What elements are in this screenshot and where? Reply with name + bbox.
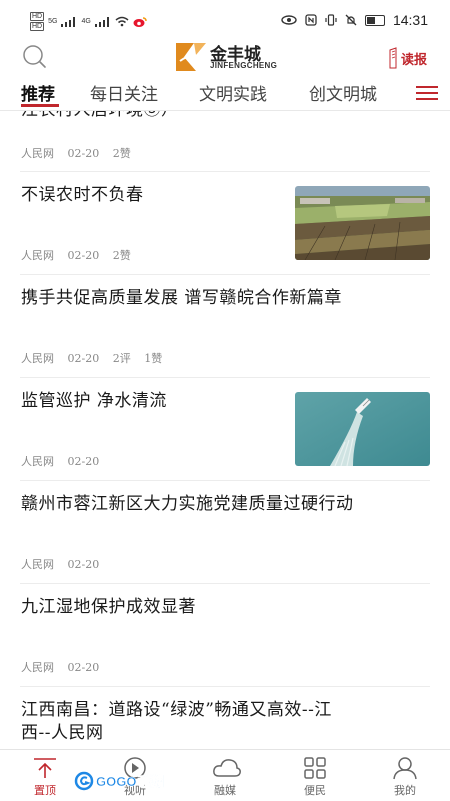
app-logo: 金丰城 JINFENGCHENG	[172, 40, 282, 74]
article-meta: 人民网 02-20 2赞	[21, 247, 141, 263]
read-newspaper-label: 读报	[401, 53, 428, 68]
article-title: 赣州市蓉江新区大力实施党建质量过硬行动	[21, 494, 354, 514]
article-source: 人民网	[21, 249, 54, 262]
list-item[interactable]: 不误农时不负春 人民网 02-20 2赞	[0, 172, 450, 275]
battery-icon	[364, 14, 385, 26]
article-date: 02-20	[67, 249, 100, 262]
article-title: 监管巡护 净水清流	[21, 391, 167, 411]
tab-recommend[interactable]: 推荐	[21, 80, 55, 105]
farmland-image	[295, 186, 430, 260]
article-date: 02-20	[67, 147, 100, 160]
nav-label: 便民	[304, 784, 326, 797]
status-bar: HD HD 5G 4G 14:31	[0, 0, 450, 38]
article-meta: 人民网 02-20 2赞	[21, 145, 141, 161]
article-likes: 1赞	[144, 352, 163, 365]
mute-bell-icon	[345, 14, 357, 26]
article-meta: 人民网 02-20	[21, 659, 109, 675]
article-likes: 2赞	[112, 249, 131, 262]
search-button[interactable]	[20, 43, 48, 71]
channel-tabs: 推荐 每日关注 文明实践 创文明城	[0, 76, 450, 111]
channel-menu-button[interactable]	[416, 84, 438, 102]
menu-line	[416, 98, 438, 100]
network-5g-label: 5G	[48, 18, 58, 25]
article-title: 不误农时不负春	[21, 185, 144, 205]
nav-mine[interactable]: 我的	[360, 750, 450, 801]
svg-text:GOGO手游网: GOGO手游网	[96, 774, 164, 789]
article-meta: 人民网 02-20 2评 1赞	[21, 350, 172, 366]
article-meta: 人民网 02-20	[21, 453, 109, 469]
article-title: 携手共促高质量发展 谱写赣皖合作新篇章	[21, 288, 342, 308]
hd-badge: HD	[30, 12, 45, 21]
article-date: 02-20	[67, 661, 100, 674]
river-boat-image	[295, 392, 430, 466]
article-date: 02-20	[67, 455, 100, 468]
list-item[interactable]: 携手共促高质量发展 谱写赣皖合作新篇章 人民网 02-20 2评 1赞	[0, 275, 450, 378]
hd-badges: HD HD	[30, 12, 45, 31]
article-date: 02-20	[67, 558, 100, 571]
logo-mark-icon	[176, 43, 207, 71]
article-meta: 人民网 02-20	[21, 556, 109, 572]
list-item[interactable]: 监管巡护 净水清流 人民网 02-20	[0, 378, 450, 481]
watermark: GOGO手游网	[74, 770, 176, 792]
article-likes: 2赞	[112, 147, 131, 160]
signal-icon	[61, 16, 76, 27]
logo-subtitle: JINFENGCHENG	[210, 61, 278, 70]
article-source: 人民网	[21, 661, 54, 674]
list-item[interactable]: 九江湿地保护成效显著 人民网 02-20	[0, 584, 450, 687]
list-item[interactable]: 江西南昌：道路设“绿波”畅通又高效--江 西--人民网	[0, 687, 450, 749]
tab-civilized-city[interactable]: 创文明城	[309, 80, 377, 105]
network-4g-label: 4G	[81, 18, 91, 25]
bottom-nav: 置顶 视听 融媒 便民 我的	[0, 749, 450, 801]
article-title: 汪农村人居环境③）	[21, 111, 179, 123]
article-source: 人民网	[21, 558, 54, 571]
article-title-line: 西--人民网	[21, 723, 104, 743]
search-icon	[23, 45, 46, 68]
eye-icon	[281, 15, 297, 25]
article-comments: 2评	[112, 352, 131, 365]
article-source: 人民网	[21, 147, 54, 160]
nav-label: 我的	[394, 784, 416, 797]
cloud-icon	[213, 759, 241, 777]
article-thumbnail	[295, 186, 430, 260]
list-item[interactable]: 赣州市蓉江新区大力实施党建质量过硬行动 人民网 02-20	[0, 481, 450, 584]
menu-line	[416, 92, 438, 94]
active-tab-indicator	[21, 104, 59, 107]
wifi-icon	[115, 16, 129, 27]
article-title: 九江湿地保护成效显著	[21, 597, 196, 617]
status-time: 14:31	[392, 12, 428, 28]
nav-services[interactable]: 便民	[270, 750, 360, 801]
news-feed[interactable]: 汪农村人居环境③） 人民网 02-20 2赞 不误农时不负春	[0, 111, 450, 749]
signal-icon	[94, 16, 109, 27]
nfc-icon	[305, 14, 317, 26]
hd-badge: HD	[30, 22, 45, 31]
menu-line	[416, 86, 438, 88]
weibo-icon	[133, 16, 147, 27]
list-item[interactable]: 汪农村人居环境③） 人民网 02-20 2赞	[0, 111, 450, 172]
read-newspaper-button[interactable]: 读报	[388, 46, 436, 70]
tab-daily-focus[interactable]: 每日关注	[90, 80, 158, 105]
status-right: 14:31	[281, 12, 428, 28]
nav-media[interactable]: 融媒	[180, 750, 270, 801]
app-header: 金丰城 JINFENGCHENG 读报	[0, 38, 450, 76]
article-source: 人民网	[21, 455, 54, 468]
article-thumbnail	[295, 392, 430, 466]
gogo-watermark-logo: GOGO手游网	[74, 771, 176, 791]
grid-icon	[304, 757, 326, 779]
top-arrow-icon	[34, 758, 56, 778]
tab-civilization-practice[interactable]: 文明实践	[199, 80, 267, 105]
article-source: 人民网	[21, 352, 54, 365]
status-left: HD HD 5G 4G	[30, 12, 147, 31]
vibrate-icon	[325, 14, 337, 26]
user-icon	[393, 757, 417, 780]
nav-label: 融媒	[214, 784, 236, 797]
article-date: 02-20	[67, 352, 100, 365]
